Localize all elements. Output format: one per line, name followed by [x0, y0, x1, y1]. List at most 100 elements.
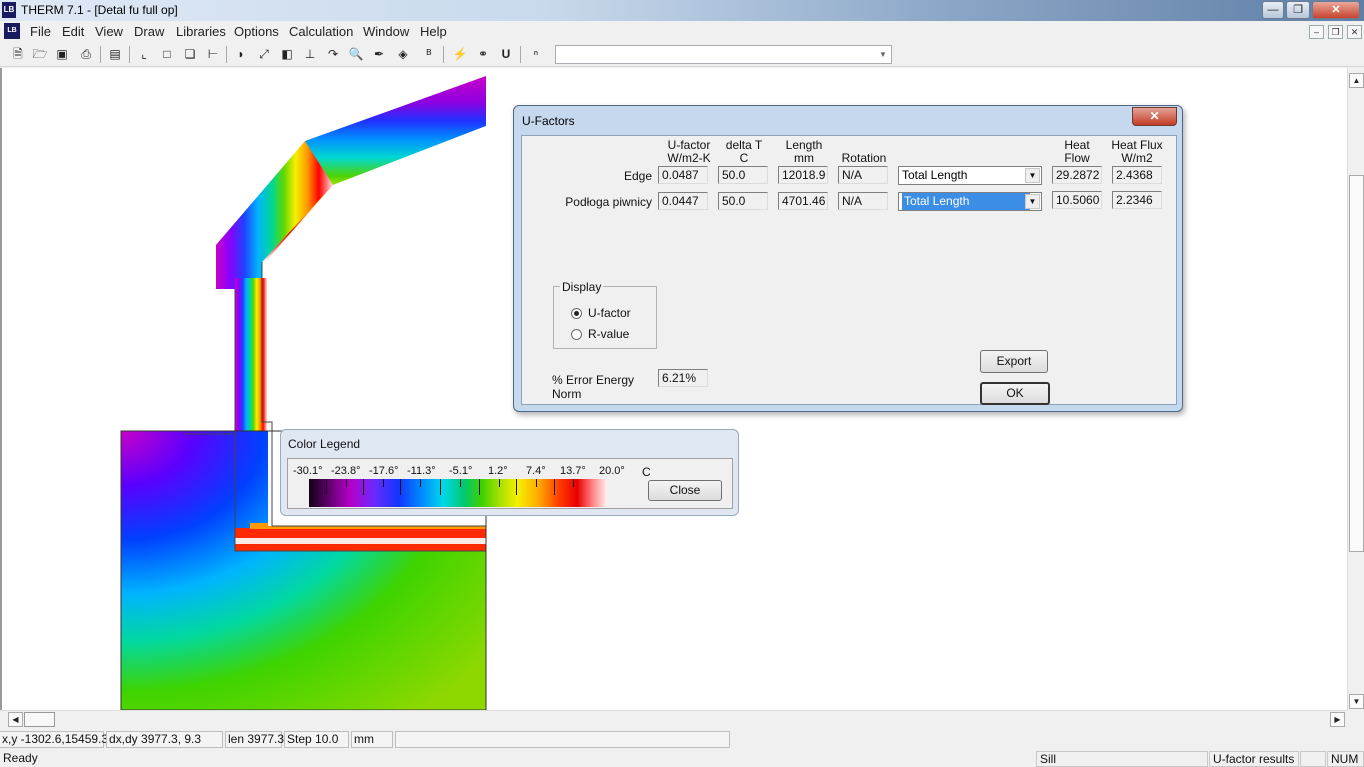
menu-libraries[interactable]: Libraries: [176, 24, 226, 39]
ok-button[interactable]: OK: [980, 382, 1050, 405]
horizontal-scroll-thumb[interactable]: [24, 712, 55, 727]
zoom-icon[interactable]: 🔍: [347, 45, 365, 63]
horizontal-scrollbar[interactable]: ◀ ▶: [0, 710, 1347, 727]
menu-draw[interactable]: Draw: [134, 24, 164, 39]
legend-title: Color Legend: [288, 437, 361, 451]
polygon-tool-icon[interactable]: ⌞: [135, 45, 153, 63]
close-window-button[interactable]: ✕: [1312, 1, 1360, 19]
message-field: [395, 731, 730, 748]
menu-view[interactable]: View: [95, 24, 123, 39]
chevron-down-icon[interactable]: ▼: [1025, 168, 1040, 183]
legend-tick-mark: [554, 479, 555, 495]
length-mode-select[interactable]: Total Length ▼: [898, 192, 1042, 211]
deltat-value: 50.0: [718, 166, 768, 184]
header-deltat: delta TC: [725, 138, 763, 165]
calculate-icon[interactable]: ⚡: [451, 45, 469, 63]
draw-icon[interactable]: ◈: [394, 45, 412, 63]
therm-app-icon: LB: [2, 2, 16, 18]
vertical-scrollbar[interactable]: ▲ ▼: [1347, 68, 1364, 710]
chevron-down-icon[interactable]: ▼: [876, 47, 890, 62]
status-text: Ready: [3, 751, 38, 765]
length-readout: len 3977.3: [225, 731, 284, 748]
insert-point-icon[interactable]: ⊢: [204, 45, 222, 63]
material-icon[interactable]: ◧: [278, 45, 296, 63]
legend-tick-label: -23.8°: [331, 465, 361, 477]
properties-icon[interactable]: ▤: [106, 45, 124, 63]
legend-tick-mark: [479, 479, 480, 495]
fill-void-icon[interactable]: ❏: [181, 45, 199, 63]
rvalue-radio-label[interactable]: R-value: [588, 327, 629, 341]
menu-calculation[interactable]: Calculation: [289, 24, 353, 39]
legend-tick-label: -17.6°: [369, 465, 399, 477]
row-label-podloga: Podłoga piwnicy: [565, 195, 652, 209]
new-file-icon[interactable]: 🗎: [9, 45, 27, 63]
dialog-close-icon[interactable]: ✕: [1132, 107, 1177, 126]
ufactor-value: 0.0487: [658, 166, 708, 184]
toolbar-separator: [100, 46, 101, 63]
row-label-edge: Edge: [623, 169, 652, 183]
mdi-restore-button[interactable]: ❐: [1328, 25, 1343, 39]
menu-options[interactable]: Options: [234, 24, 279, 39]
legend-tick-label: 20.0°: [599, 465, 625, 477]
heat-flow-value: 10.5060: [1052, 191, 1102, 209]
print-icon[interactable]: ⎙: [77, 45, 95, 63]
locator-icon[interactable]: ⤢: [255, 45, 273, 63]
status-empty: [1300, 751, 1326, 767]
status-mode: Sill: [1036, 751, 1208, 767]
scroll-up-icon[interactable]: ▲: [1349, 73, 1364, 88]
bc-icon[interactable]: ᴮ: [420, 45, 438, 63]
u-factor-icon[interactable]: U: [497, 45, 515, 63]
menu-edit[interactable]: Edit: [62, 24, 84, 39]
scroll-right-icon[interactable]: ▶: [1330, 712, 1345, 727]
status-num: NUM: [1327, 751, 1364, 767]
legend-tick-label: -11.3°: [407, 465, 436, 477]
document-icon[interactable]: LB: [4, 23, 20, 39]
menu-bar: LB File Edit View Draw Libraries Options…: [0, 21, 1364, 42]
ufactor-radio-label[interactable]: U-factor: [588, 306, 631, 320]
menu-file[interactable]: File: [30, 24, 51, 39]
rotation-value: N/A: [838, 192, 888, 210]
menu-help[interactable]: Help: [420, 24, 447, 39]
save-icon[interactable]: ▣: [53, 45, 71, 63]
eyedropper-icon[interactable]: ✒: [370, 45, 388, 63]
length-mode-select[interactable]: Total Length ▼: [898, 166, 1042, 185]
boundary-condition-icon[interactable]: ⊥: [301, 45, 319, 63]
u-factors-dialog: U-Factors ✕ U-factor W/m2-K delta TC Leng…: [513, 105, 1183, 412]
scroll-down-icon[interactable]: ▼: [1349, 694, 1364, 709]
mdi-minimize-button[interactable]: –: [1309, 25, 1324, 39]
error-energy-norm-value: 6.21%: [658, 369, 708, 387]
legend-tick-mark: [326, 479, 327, 495]
step-readout: Step 10.0: [284, 731, 349, 748]
open-file-icon[interactable]: 🗁: [31, 45, 49, 63]
boundary-icon[interactable]: ◗: [232, 45, 250, 63]
rotation-value: N/A: [838, 166, 888, 184]
menu-window[interactable]: Window: [363, 24, 409, 39]
results-icon[interactable]: ⚭: [474, 45, 492, 63]
length-value: 4701.46: [778, 192, 828, 210]
scroll-left-icon[interactable]: ◀: [8, 712, 23, 727]
header-ufactor: U-factor W/m2-K: [667, 138, 711, 165]
rvalue-radio[interactable]: [571, 329, 582, 340]
toolbar-separator: [226, 46, 227, 63]
title-bar: LB THERM 7.1 - [Detal fu full op] — ❐ ✕: [0, 0, 1364, 21]
ufactor-radio[interactable]: [571, 308, 582, 319]
export-button[interactable]: Export: [980, 350, 1048, 373]
heat-flow-value: 29.2872: [1052, 166, 1102, 184]
display-group-label: Display: [560, 280, 604, 294]
mdi-close-button[interactable]: ✕: [1347, 25, 1362, 39]
legend-tick-mark: [346, 479, 347, 487]
dialog-title: U-Factors: [522, 114, 575, 128]
arc-icon[interactable]: ↷: [324, 45, 342, 63]
legend-close-button[interactable]: Close: [648, 480, 722, 501]
toolbar-combo[interactable]: ▼: [555, 45, 892, 64]
minimize-button[interactable]: —: [1262, 1, 1284, 19]
fc-icon[interactable]: ⁿ: [527, 45, 545, 63]
rectangle-tool-icon[interactable]: □: [158, 45, 176, 63]
chevron-down-icon[interactable]: ▼: [1025, 194, 1040, 209]
restore-button[interactable]: ❐: [1286, 1, 1310, 19]
vertical-scroll-thumb[interactable]: [1349, 175, 1364, 552]
deltat-value: 50.0: [718, 192, 768, 210]
length-value: 12018.9: [778, 166, 828, 184]
legend-body: -30.1° -23.8° -17.6° -11.3° -5.1° 1.2° 7…: [287, 458, 733, 509]
legend-tick-mark: [363, 479, 364, 495]
